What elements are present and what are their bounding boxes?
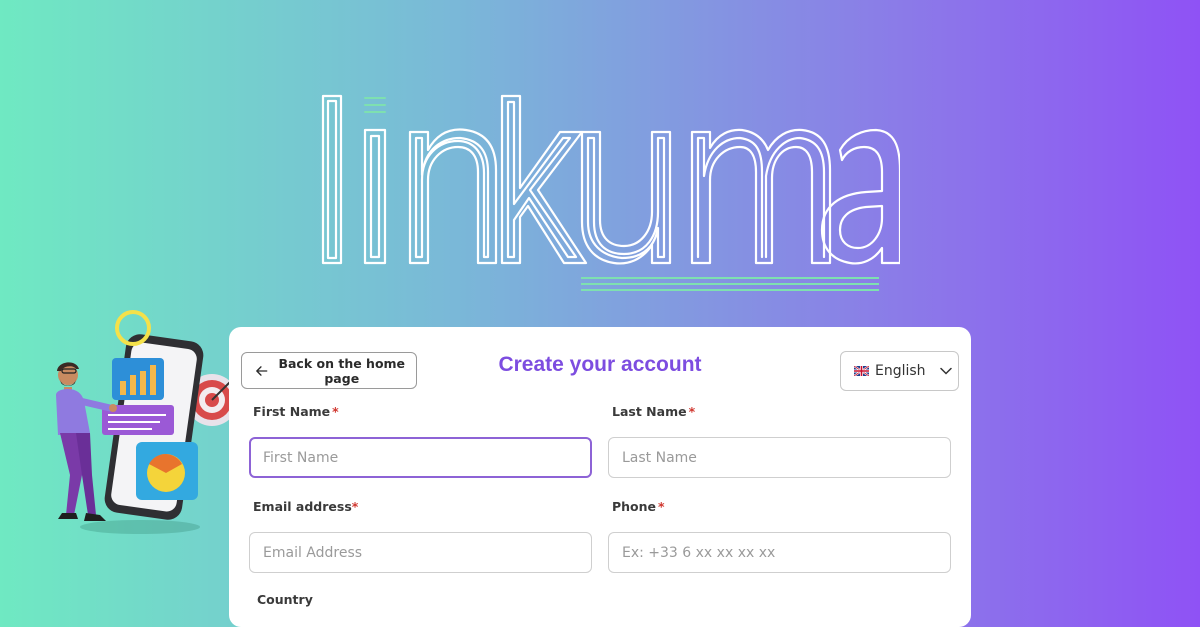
last-name-label: Last Name * <box>612 404 696 419</box>
language-select[interactable]: English <box>840 351 959 391</box>
phone-input[interactable] <box>608 532 951 573</box>
required-marker: * <box>351 499 359 514</box>
required-marker: * <box>658 499 665 514</box>
uk-flag-icon <box>854 366 869 376</box>
required-marker: * <box>332 404 339 419</box>
email-label: Email address* <box>253 499 359 514</box>
linkuma-logo <box>321 94 900 291</box>
email-input[interactable] <box>249 532 592 573</box>
first-name-input[interactable] <box>249 437 592 478</box>
first-name-label: First Name * <box>253 404 339 419</box>
signup-card: Back on the home page Create your accoun… <box>229 327 971 627</box>
chevron-down-icon <box>939 367 952 375</box>
person-with-phone-illustration <box>56 310 238 534</box>
phone-label: Phone * <box>612 499 665 514</box>
language-label: English <box>875 363 926 379</box>
last-name-input[interactable] <box>608 437 951 478</box>
required-marker: * <box>688 404 696 419</box>
